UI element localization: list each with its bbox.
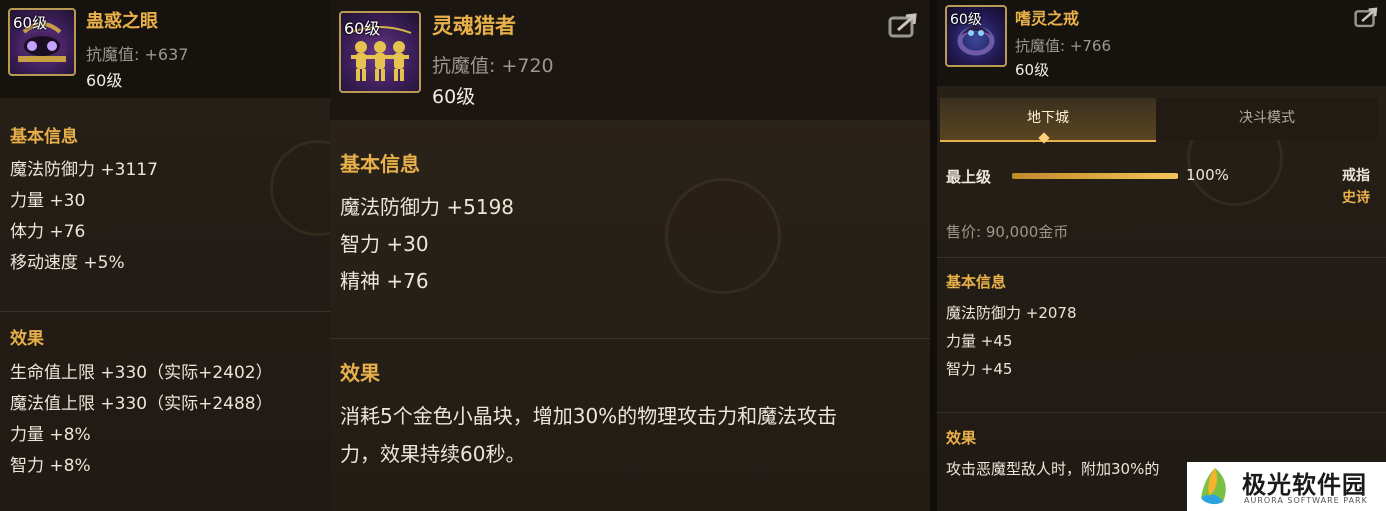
resist-value: 抗魔值: +720: [432, 55, 554, 77]
share-button[interactable]: [1354, 6, 1380, 32]
stat-line: 体力 +76: [10, 222, 86, 242]
background-ornament: [270, 140, 330, 236]
item-level: 60级: [86, 71, 123, 90]
item-name: 灵魂猎者: [432, 14, 516, 38]
item-icon[interactable]: 60级: [945, 5, 1007, 67]
section-title-basic: 基本信息: [340, 152, 420, 176]
item-level: 60级: [432, 86, 476, 108]
item-tooltip-3: 60级 嗜灵之戒 抗魔值: +766 60级 地下城 决斗模式 最上级 100%…: [937, 0, 1386, 511]
watermark-logo: 极光软件园 AURORA SOFTWARE PARK: [1187, 462, 1386, 511]
effect-line: 消耗5个金色小晶块，增加30%的物理攻击力和魔法攻击: [340, 404, 838, 428]
resist-value: 抗魔值: +637: [86, 45, 189, 64]
level-badge: 60级: [13, 14, 48, 32]
divider: [937, 257, 1386, 258]
stat-line: 智力 +30: [340, 232, 429, 256]
item-tooltip-1: 60级 蛊惑之眼 抗魔值: +637 60级 基本信息 魔法防御力 +3117 …: [0, 0, 330, 511]
stat-line: 魔法防御力 +5198: [340, 195, 515, 219]
share-icon: [888, 13, 917, 38]
stat-line: 魔法防御力 +3117: [10, 160, 158, 180]
stat-line: 移动速度 +5%: [10, 253, 125, 273]
aurora-logo-icon: [1201, 468, 1226, 505]
stat-line: 魔法防御力 +2078: [946, 304, 1077, 322]
effect-line: 魔法值上限 +330（实际+2488）: [10, 394, 273, 414]
divider: [937, 412, 1386, 413]
effect-line: 智力 +8%: [10, 456, 91, 476]
stat-line: 力量 +45: [946, 332, 1013, 350]
section-title-basic: 基本信息: [10, 127, 78, 147]
item-name: 嗜灵之戒: [1015, 9, 1080, 28]
section-title-effect: 效果: [946, 429, 977, 447]
share-button[interactable]: [888, 12, 920, 42]
effect-line: 攻击恶魔型敌人时，附加30%的: [946, 460, 1160, 478]
watermark-text-cn: 极光软件园: [1242, 471, 1367, 499]
item-slot: 戒指: [1342, 168, 1370, 184]
grade-percent: 100%: [1186, 166, 1229, 184]
section-title-effect: 效果: [340, 361, 380, 385]
item-tooltip-2: 60级 灵魂猎者 抗魔值: +720 60级 基本信息 魔法防御力 +5198 …: [330, 0, 930, 511]
effect-line: 生命值上限 +330（实际+2402）: [10, 363, 273, 383]
effect-line: 力量 +8%: [10, 425, 91, 445]
stat-line: 智力 +45: [946, 360, 1013, 378]
stat-line: 力量 +30: [10, 191, 86, 211]
share-icon: [1354, 7, 1378, 28]
level-badge: 60级: [950, 12, 982, 28]
sell-price: 售价: 90,000金币: [946, 223, 1069, 241]
item-name: 蛊惑之眼: [86, 11, 158, 32]
item-level: 60级: [1015, 61, 1050, 79]
divider: [0, 311, 330, 312]
stat-line: 精神 +76: [340, 269, 429, 293]
item-icon[interactable]: 60级: [8, 8, 76, 76]
divider: [330, 338, 930, 339]
mode-tabs: 地下城 决斗模式: [937, 98, 1386, 142]
level-badge: 60级: [344, 19, 381, 38]
grade-bar-fill: [1012, 173, 1178, 179]
item-rarity: 史诗: [1342, 190, 1370, 206]
section-title-effect: 效果: [10, 329, 44, 349]
tab-pvp[interactable]: 决斗模式: [1156, 98, 1378, 140]
grade-bar: [1012, 173, 1178, 179]
watermark-text-en: AURORA SOFTWARE PARK: [1244, 496, 1368, 505]
effect-line: 力，效果持续60秒。: [340, 442, 526, 466]
section-title-basic: 基本信息: [946, 273, 1007, 291]
resist-value: 抗魔值: +766: [1015, 37, 1112, 55]
grade-label: 最上级: [946, 168, 992, 186]
panel-gap: [930, 0, 937, 511]
background-ornament: [665, 178, 781, 294]
item-icon[interactable]: 60级: [339, 11, 421, 93]
